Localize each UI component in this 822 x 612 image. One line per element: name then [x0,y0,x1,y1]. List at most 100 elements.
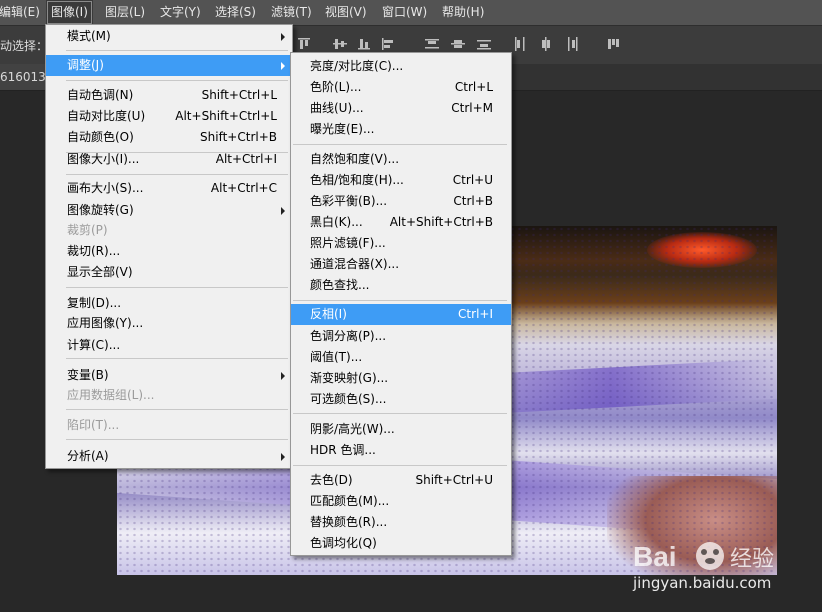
image-menu-item[interactable]: 自动色调(N) Shift+Ctrl+L [46,85,292,106]
menu-image[interactable]: 图像(I) [46,0,93,25]
image-menu-item-label: 陷印(T)... [67,418,120,432]
adjust-menu-item[interactable]: 曝光度(E)... [291,119,511,140]
image-menu-item[interactable]: 显示全部(V) [46,262,292,283]
image-menu-item[interactable]: 图像旋转(G) [46,200,292,221]
menu-view[interactable]: 视图(V) [320,0,372,25]
align-vcenter-icon[interactable] [332,36,348,52]
adjust-menu-item-label: 照片滤镜(F)... [310,236,386,250]
adjust-menu-item[interactable]: 色阶(L)... Ctrl+L [291,77,511,98]
submenu-arrow-icon [281,62,285,70]
image-menu-item[interactable]: 计算(C)... [46,335,292,356]
adjust-menu-item[interactable]: 黑白(K)... Alt+Shift+Ctrl+B [291,212,511,233]
image-menu-item-label: 显示全部(V) [67,265,133,279]
menu-separator [293,413,507,414]
menu-separator [293,465,507,466]
adjust-menu-item[interactable]: 亮度/对比度(C)... [291,56,511,77]
image-menu-item-label: 模式(M) [67,29,111,43]
adjust-menu-item[interactable]: 去色(D) Shift+Ctrl+U [291,470,511,491]
auto-select-label: 动选择： [0,39,49,53]
adjust-menu-item-label: 自然饱和度(V)... [310,152,400,166]
menu-help[interactable]: 帮助(H) [437,0,489,25]
watermark-url: jingyan.baidu.com [633,574,772,592]
adjust-menu-item[interactable]: HDR 色调... [291,440,511,461]
image-menu-item[interactable]: 自动对比度(U) Alt+Shift+Ctrl+L [46,106,292,127]
menu-select[interactable]: 选择(S) [210,0,261,25]
image-menu-item[interactable]: 自动颜色(O) Shift+Ctrl+B [46,127,292,148]
adjust-menu-item[interactable]: 颜色查找... [291,275,511,296]
adjust-menu-item-shortcut: Ctrl+B [453,194,493,208]
watermark-brand-cn: 经验 [730,547,774,572]
adjust-menu-item-shortcut: Ctrl+M [451,101,493,115]
align-bottom-icon[interactable] [356,36,372,52]
menu-separator [66,439,288,440]
align-top-icon[interactable] [296,36,312,52]
submenu-arrow-icon [281,372,285,380]
adjust-menu-item[interactable]: 色相/饱和度(H)... Ctrl+U [291,170,511,191]
adjust-menu-item[interactable]: 色调均化(Q) [291,533,511,554]
adjustments-submenu: 亮度/对比度(C)... 色阶(L)... Ctrl+L 曲线(U)... Ctrl+M… [290,52,512,556]
image-menu-item[interactable]: 应用图像(Y)... [46,313,292,334]
image-menu-item[interactable]: 复制(D)... [46,293,292,314]
adjust-menu-item-label: 去色(D) [310,473,353,487]
menu-separator [293,144,507,145]
image-menu-item[interactable]: 分析(A) [46,446,292,467]
image-menu: 模式(M) 调整(J) 自动色调(N) Shift+Ctrl+L 自动对比度(U) Alt… [45,24,293,469]
adjust-menu-item-shortcut: Alt+Shift+Ctrl+B [389,215,493,229]
adjust-menu-item-label: 通道混合器(X)... [310,257,400,271]
image-menu-item-label: 图像旋转(G) [67,203,134,217]
adjust-menu-item-shortcut: Ctrl+L [454,80,493,94]
adjust-menu-item[interactable]: 曲线(U)... Ctrl+M [291,98,511,119]
adjust-menu-item[interactable]: 可选颜色(S)... [291,389,511,410]
adjust-menu-item-label: 反相(I) [310,307,347,321]
image-menu-item: 裁剪(P) [46,220,292,241]
adjust-menu-item[interactable]: 色彩平衡(B)... Ctrl+B [291,191,511,212]
image-menu-item-label: 计算(C)... [67,338,121,352]
adjust-menu-item-label: 阈值(T)... [310,350,363,364]
image-menu-item-label: 分析(A) [67,449,109,463]
adjust-menu-item[interactable]: 渐变映射(G)... [291,368,511,389]
adjust-menu-item[interactable]: 匹配颜色(M)... [291,491,511,512]
align-left-icon[interactable] [380,36,396,52]
adjust-menu-item[interactable]: 反相(I) Ctrl+I [291,304,511,325]
adjust-menu-item-label: 阴影/高光(W)... [310,422,395,436]
distribute-hcenter-icon[interactable] [538,36,554,52]
adjust-menu-item[interactable]: 阴影/高光(W)... [291,419,511,440]
adjust-menu-item-label: 亮度/对比度(C)... [310,59,404,73]
image-menu-item[interactable]: 画布大小(S)... Alt+Ctrl+C [46,178,292,199]
image-menu-item[interactable]: 裁切(R)... [46,241,292,262]
adjust-menu-item[interactable]: 照片滤镜(F)... [291,233,511,254]
adjust-menu-item[interactable]: 通道混合器(X)... [291,254,511,275]
image-menu-item-shortcut: Alt+Shift+Ctrl+L [175,109,277,123]
image-menu-item-label: 复制(D)... [67,296,122,310]
adjust-menu-item[interactable]: 阈值(T)... [291,347,511,368]
distribute-right-icon[interactable] [564,36,580,52]
image-menu-item-label: 自动颜色(O) [67,130,134,144]
adjust-menu-item-label: 色调分离(P)... [310,329,387,343]
distribute-top-icon[interactable] [424,36,440,52]
adjust-menu-item[interactable]: 替换颜色(R)... [291,512,511,533]
menu-window[interactable]: 窗口(W) [377,0,432,25]
image-menu-item-shortcut: Alt+Ctrl+C [210,181,277,195]
distribute-left-icon[interactable] [512,36,528,52]
image-menu-item[interactable]: 变量(B) [46,365,292,386]
menu-edit[interactable]: 编辑(E) [0,0,45,25]
image-menu-item: 陷印(T)... [46,415,292,436]
adjust-menu-item-label: 颜色查找... [310,278,370,292]
image-menu-item-label: 调整(J) [67,58,104,72]
adjust-menu-item-label: 色相/饱和度(H)... [310,173,404,187]
menu-layer[interactable]: 图层(L) [100,0,150,25]
adjust-menu-item[interactable]: 自然饱和度(V)... [291,149,511,170]
auto-align-icon[interactable] [606,36,622,52]
adjust-menu-item[interactable]: 色调分离(P)... [291,326,511,347]
menu-separator [66,50,288,51]
adjust-menu-item-label: 匹配颜色(M)... [310,494,390,508]
distribute-vcenter-icon[interactable] [450,36,466,52]
image-menu-item[interactable]: 模式(M) [46,26,292,47]
image-menu-item[interactable]: 调整(J) [46,55,292,76]
image-menu-item-label: 画布大小(S)... [67,181,144,195]
adjust-menu-item-label: 曲线(U)... [310,101,364,115]
menu-separator [293,300,507,301]
menu-filter[interactable]: 滤镜(T) [266,0,317,25]
distribute-bottom-icon[interactable] [476,36,492,52]
menu-type[interactable]: 文字(Y) [155,0,206,25]
